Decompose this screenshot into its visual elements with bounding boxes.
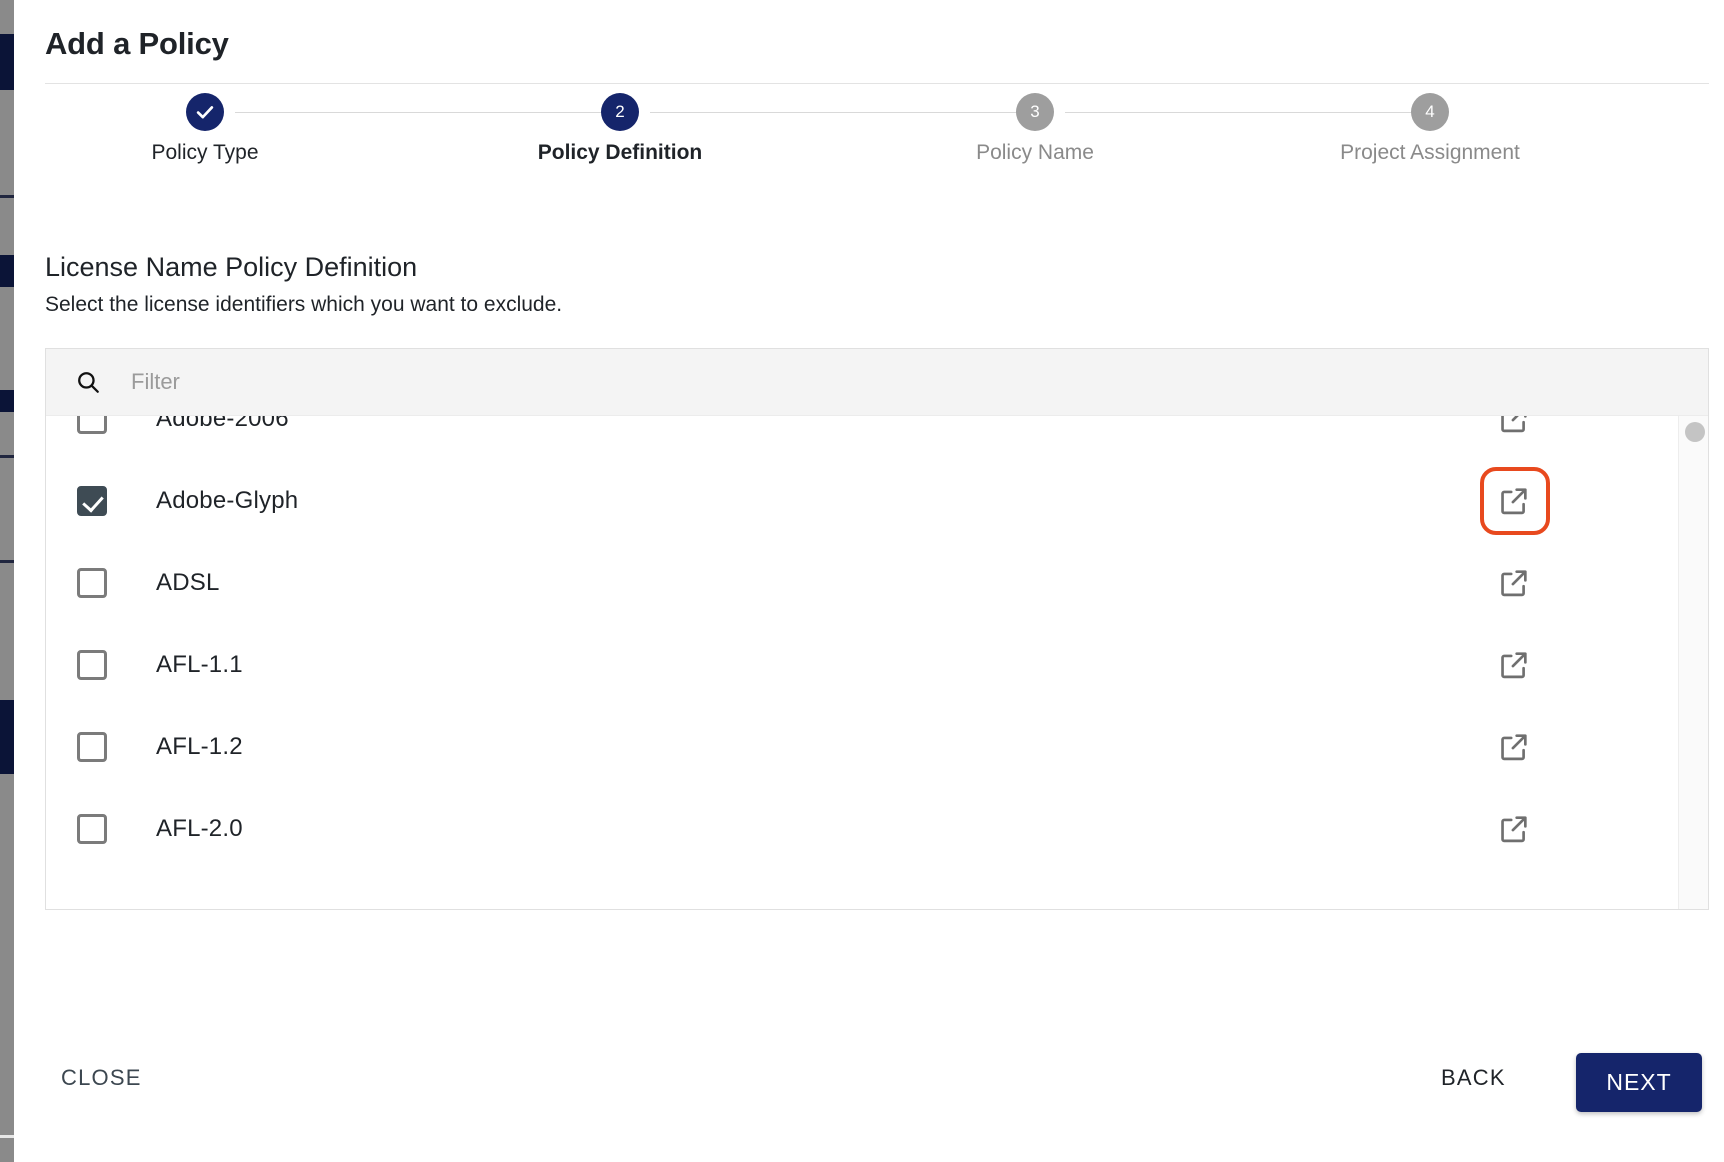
license-list-panel: Adobe-2006 Adobe-Glyph ADSL AFL-1.1 AFL-1.2 A… xyxy=(45,348,1709,910)
background-app-sliver xyxy=(0,0,14,1162)
license-list-item[interactable]: ADSL xyxy=(46,542,1654,624)
filter-input[interactable] xyxy=(131,369,1031,395)
list-scrollbar[interactable] xyxy=(1678,416,1708,909)
license-list-item[interactable]: Adobe-2006 xyxy=(46,416,1654,460)
license-external-link-button[interactable] xyxy=(1498,485,1530,517)
external-link-icon[interactable] xyxy=(1498,813,1530,845)
license-external-link-button[interactable] xyxy=(1498,416,1530,435)
step-label-policy-type: Policy Type xyxy=(151,141,259,164)
license-checkbox[interactable] xyxy=(77,732,107,762)
license-list-scroll: Adobe-2006 Adobe-Glyph ADSL AFL-1.1 AFL-1.2 A… xyxy=(46,416,1708,909)
step-marker-todo: 3 xyxy=(1016,93,1054,131)
check-icon xyxy=(196,106,214,119)
filter-bar xyxy=(46,349,1708,416)
license-list-item[interactable]: AFL-1.2 xyxy=(46,706,1654,788)
external-link-icon[interactable] xyxy=(1498,649,1530,681)
external-link-icon[interactable] xyxy=(1498,731,1530,763)
next-button[interactable]: NEXT xyxy=(1576,1053,1702,1112)
background-nav-line xyxy=(0,455,14,458)
background-nav-block xyxy=(0,255,14,287)
step-policy-name[interactable]: 3 Policy Name xyxy=(905,93,1165,165)
step-policy-type[interactable]: Policy Type xyxy=(75,93,335,165)
license-name-label: ADSL xyxy=(156,569,220,596)
license-external-link-button[interactable] xyxy=(1498,567,1530,599)
license-external-link-button[interactable] xyxy=(1498,813,1530,845)
dialog-title: Add a Policy xyxy=(45,26,229,61)
step-label-project-assignment: Project Assignment xyxy=(1340,141,1520,164)
step-number: 4 xyxy=(1425,102,1435,121)
step-marker-done xyxy=(186,93,224,131)
add-policy-dialog: Add a Policy Policy Type 2 Policy Defini… xyxy=(14,0,1724,1162)
license-external-link-button[interactable] xyxy=(1498,649,1530,681)
background-nav-line xyxy=(0,195,14,198)
search-icon xyxy=(78,372,99,393)
background-nav-line xyxy=(0,560,14,563)
background-nav-block xyxy=(0,34,14,90)
step-label-policy-name: Policy Name xyxy=(976,141,1094,164)
license-checkbox[interactable] xyxy=(77,486,107,516)
license-list-item[interactable]: AFL-1.1 xyxy=(46,624,1654,706)
section-subtitle: Select the license identifiers which you… xyxy=(45,293,563,316)
step-number: 2 xyxy=(615,102,625,121)
wizard-stepper: Policy Type 2 Policy Definition 3 Policy… xyxy=(45,93,1709,173)
license-checkbox[interactable] xyxy=(77,568,107,598)
license-name-label: AFL-1.1 xyxy=(156,651,243,678)
license-external-link-button[interactable] xyxy=(1498,731,1530,763)
external-link-icon[interactable] xyxy=(1498,485,1530,517)
step-label-policy-definition: Policy Definition xyxy=(537,141,703,164)
background-nav-block xyxy=(0,700,14,774)
step-project-assignment[interactable]: 4 Project Assignment xyxy=(1280,93,1580,165)
license-name-label: Adobe-Glyph xyxy=(156,487,299,514)
external-link-icon[interactable] xyxy=(1498,416,1530,435)
step-marker-current: 2 xyxy=(601,93,639,131)
step-number: 3 xyxy=(1030,102,1040,121)
license-name-label: AFL-1.2 xyxy=(156,733,243,760)
background-nav-line xyxy=(0,1135,14,1138)
license-list-item[interactable]: Adobe-Glyph xyxy=(46,460,1654,542)
license-checkbox[interactable] xyxy=(77,650,107,680)
list-scrollbar-thumb[interactable] xyxy=(1685,422,1705,442)
license-list-item[interactable]: AFL-2.0 xyxy=(46,788,1654,870)
license-list: Adobe-2006 Adobe-Glyph ADSL AFL-1.1 AFL-1.2 A… xyxy=(46,416,1654,870)
back-button[interactable]: BACK xyxy=(1441,1065,1506,1091)
title-divider xyxy=(45,83,1709,84)
background-nav-block xyxy=(0,390,14,412)
close-button[interactable]: CLOSE xyxy=(61,1065,142,1091)
step-marker-todo: 4 xyxy=(1411,93,1449,131)
license-name-label: AFL-2.0 xyxy=(156,815,243,842)
external-link-icon[interactable] xyxy=(1498,567,1530,599)
license-name-label: Adobe-2006 xyxy=(156,416,289,432)
license-checkbox[interactable] xyxy=(77,814,107,844)
step-policy-definition[interactable]: 2 Policy Definition xyxy=(490,93,750,165)
section-title: License Name Policy Definition xyxy=(45,252,418,282)
license-checkbox[interactable] xyxy=(77,416,107,434)
